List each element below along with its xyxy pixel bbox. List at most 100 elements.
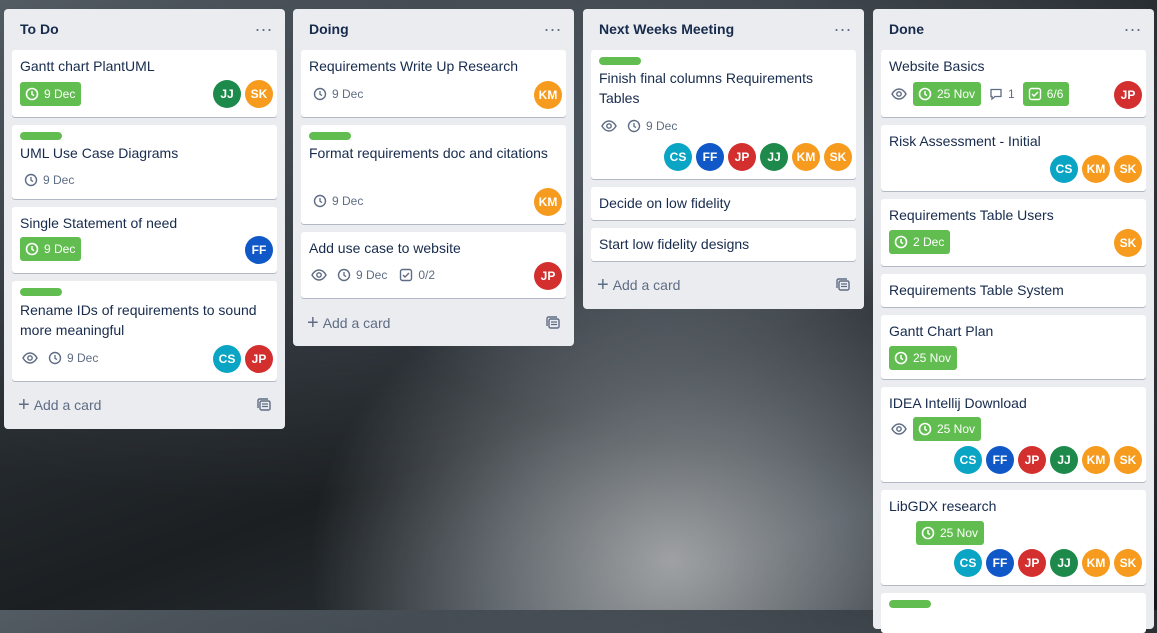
checklist-text: 0/2 (418, 268, 436, 282)
add-card-button[interactable]: + Add a card (301, 309, 566, 337)
card-title: Decide on low fidelity (599, 195, 731, 211)
due-date-badge[interactable]: 9 Dec (309, 189, 367, 213)
member-avatar[interactable]: SK (245, 80, 273, 108)
due-date-badge[interactable]: 9 Dec (623, 114, 681, 138)
list-menu-icon[interactable]: ... (834, 16, 852, 38)
card[interactable]: Decide on low fidelity (591, 187, 856, 220)
clock-icon (894, 351, 908, 365)
member-avatar[interactable]: CS (954, 446, 982, 474)
card[interactable]: Finish final columns Requirements Tables… (591, 50, 856, 179)
member-avatar[interactable]: JP (245, 345, 273, 373)
clock-icon (921, 526, 935, 540)
member-avatar[interactable]: KM (1082, 446, 1110, 474)
due-date-badge[interactable]: 25 Nov (916, 521, 985, 545)
member-avatar[interactable]: JP (534, 262, 562, 290)
comment-icon (989, 87, 1003, 101)
member-avatar[interactable]: SK (1114, 549, 1142, 577)
list-title[interactable]: Done (889, 21, 924, 37)
due-date-badge[interactable]: 9 Dec (309, 82, 367, 106)
clock-icon (313, 87, 327, 101)
member-avatar[interactable]: KM (1082, 155, 1110, 183)
card-title: Add use case to website (309, 240, 461, 256)
watch-icon (891, 82, 907, 106)
member-avatar[interactable]: FF (986, 549, 1014, 577)
member-avatar[interactable]: JP (1018, 549, 1046, 577)
member-avatar[interactable]: CS (1050, 155, 1078, 183)
card[interactable]: Rename IDs of requirements to sound more… (12, 281, 277, 381)
due-date-badge[interactable]: 9 Dec (44, 346, 102, 370)
member-avatar[interactable]: JP (1114, 81, 1142, 109)
list-menu-icon[interactable]: ... (544, 16, 562, 38)
card-title: LibGDX research (889, 498, 997, 514)
member-avatar[interactable]: SK (1114, 155, 1142, 183)
due-date-badge[interactable]: 9 Dec (20, 237, 82, 261)
member-avatar[interactable]: SK (1114, 446, 1142, 474)
card[interactable]: Risk Assessment - Initial CS KM SK (881, 125, 1146, 191)
card[interactable]: Gantt chart PlantUML 9 Dec JJ SK (12, 50, 277, 117)
member-avatar[interactable]: KM (534, 81, 562, 109)
due-date-text: 25 Nov (937, 422, 976, 436)
card[interactable]: LibGDX research 25 Nov CS FF JP JJ KM SK (881, 490, 1146, 585)
card-title: UML Use Case Diagrams (20, 145, 179, 161)
list-menu-icon[interactable]: ... (255, 16, 273, 38)
list-menu-icon[interactable]: ... (1124, 16, 1142, 38)
card-title: Requirements Table System (889, 282, 1064, 298)
card[interactable]: Requirements Write Up Research 9 Dec KM (301, 50, 566, 117)
card[interactable]: Requirements Table System (881, 274, 1146, 307)
due-date-text: 25 Nov (940, 526, 979, 540)
member-avatar[interactable]: JP (1018, 446, 1046, 474)
due-date-badge[interactable]: 25 Nov (913, 417, 982, 441)
due-date-badge[interactable]: 9 Dec (20, 82, 82, 106)
member-avatar[interactable]: JJ (213, 80, 241, 108)
member-avatar[interactable]: KM (1082, 549, 1110, 577)
member-avatar[interactable]: JP (728, 143, 756, 171)
list-title[interactable]: Next Weeks Meeting (599, 21, 734, 37)
card[interactable]: Format requirements doc and citations 9 … (301, 125, 566, 224)
card[interactable]: Requirements Table Users 2 Dec SK (881, 199, 1146, 266)
card[interactable] (881, 593, 1146, 633)
member-avatar[interactable]: JJ (760, 143, 788, 171)
member-avatar[interactable]: SK (824, 143, 852, 171)
list-title[interactable]: Doing (309, 21, 349, 37)
member-avatar[interactable]: KM (534, 188, 562, 216)
list-next-weeks-meeting: Next Weeks Meeting ... Finish final colu… (583, 9, 864, 309)
member-avatar[interactable]: JJ (1050, 446, 1078, 474)
member-avatar[interactable]: CS (954, 549, 982, 577)
card[interactable]: Website Basics 25 Nov 1 6/6 JP (881, 50, 1146, 117)
due-date-badge[interactable]: 25 Nov (913, 82, 982, 106)
member-avatar[interactable]: JJ (1050, 549, 1078, 577)
card-label (309, 132, 351, 140)
card[interactable]: Start low fidelity designs (591, 228, 856, 261)
clock-icon (25, 242, 39, 256)
list-todo: To Do ... Gantt chart PlantUML 9 Dec JJ … (4, 9, 285, 429)
card-title: Start low fidelity designs (599, 236, 750, 252)
list-title[interactable]: To Do (20, 21, 59, 37)
card-label (20, 132, 62, 140)
member-avatar[interactable]: FF (696, 143, 724, 171)
member-avatar[interactable]: KM (792, 143, 820, 171)
due-date-text: 9 Dec (356, 268, 388, 282)
add-card-button[interactable]: + Add a card (591, 271, 856, 299)
add-card-button[interactable]: + Add a card (12, 391, 277, 419)
card-template-icon[interactable] (836, 278, 850, 292)
card-template-icon[interactable] (546, 316, 560, 330)
card[interactable]: Add use case to website 9 Dec 0/2 JP (301, 232, 566, 298)
member-avatar[interactable]: CS (213, 345, 241, 373)
list-doing: Doing ... Requirements Write Up Research… (293, 9, 574, 346)
due-date-badge[interactable]: 25 Nov (889, 346, 958, 370)
card[interactable]: Single Statement of need 9 Dec FF (12, 207, 277, 273)
member-avatar[interactable]: CS (664, 143, 692, 171)
due-date-text: 25 Nov (913, 351, 952, 365)
card-template-icon[interactable] (257, 398, 271, 412)
card-title: Risk Assessment - Initial (889, 133, 1041, 149)
due-date-badge[interactable]: 9 Dec (333, 263, 391, 287)
due-date-badge[interactable]: 2 Dec (889, 230, 951, 254)
member-avatar[interactable]: SK (1114, 229, 1142, 257)
card[interactable]: IDEA Intellij Download 25 Nov CS FF JP J… (881, 387, 1146, 482)
member-avatar[interactable]: FF (245, 236, 273, 264)
card[interactable]: UML Use Case Diagrams 9 Dec (12, 125, 277, 199)
checklist-icon (399, 268, 413, 282)
card[interactable]: Gantt Chart Plan 25 Nov (881, 315, 1146, 379)
member-avatar[interactable]: FF (986, 446, 1014, 474)
due-date-badge[interactable]: 9 Dec (20, 168, 78, 192)
